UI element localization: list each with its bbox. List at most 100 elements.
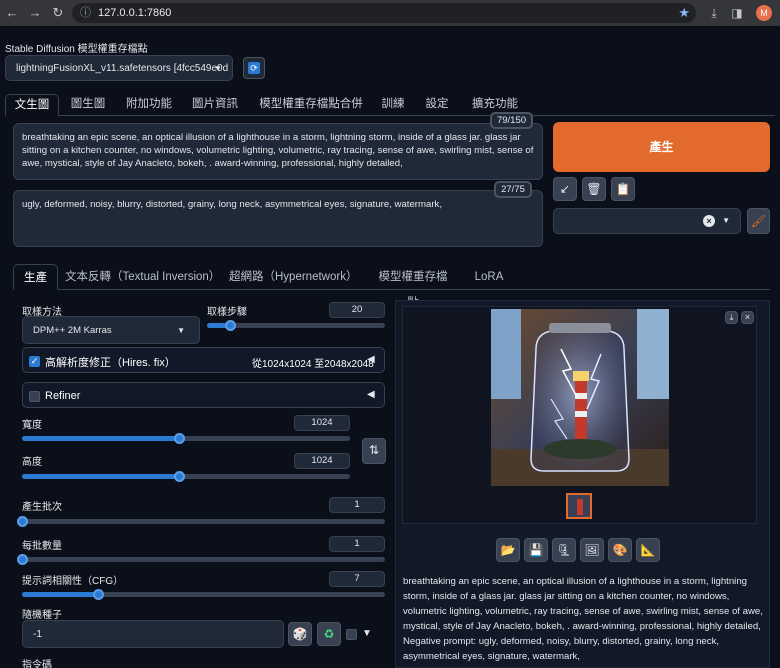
chevron-down-icon: ▼ [214,64,222,73]
generation-info: breathtaking an epic scene, an optical i… [403,574,763,664]
tab-extras[interactable]: 附加功能 [119,94,179,116]
url-text: 127.0.0.1:7860 [98,7,172,19]
tab-train[interactable]: 訓練 [375,94,411,116]
image-thumbnail[interactable] [566,493,592,519]
extra-seed-triangle-icon[interactable]: ▼ [362,628,372,639]
triangle-ruler-icon: 📐 [640,543,656,557]
collapse-triangle-icon[interactable]: ◀ [367,389,375,400]
site-info-icon[interactable]: ⓘ [80,3,91,23]
clear-prompt-button[interactable]: 🗑 [582,177,606,201]
tab-hypernetwork[interactable]: 超網路（Hypernetwork） [229,264,357,290]
main-tab-bar: 文生圖 圖生圖 附加功能 圖片資訊 模型權重存檔點合併 訓練 設定 擴充功能 [5,94,775,116]
collapse-triangle-icon[interactable]: ◀ [367,354,375,365]
width-slider[interactable] [22,433,350,444]
refiner-panel[interactable]: Refiner ◀ [22,382,385,408]
batch-size-label: 每批數量 [22,541,62,552]
zip-button[interactable]: 🗜 [552,538,576,562]
slider-fill [22,592,99,597]
refiner-checkbox[interactable] [29,391,40,402]
hires-fix-panel[interactable]: ✓ 高解析度修正（Hires. fix） 從1024x1024 至2048x20… [22,347,385,373]
tab-settings[interactable]: 設定 [419,94,455,116]
slider-handle[interactable] [93,589,105,600]
styles-select[interactable]: × ▼ [553,208,741,234]
forward-arrow-icon[interactable]: → [27,5,43,21]
batch-count-label: 產生批次 [22,502,62,513]
clear-icon[interactable]: × [703,215,715,227]
tab-txt2img[interactable]: 文生圖 [5,94,59,116]
download-image-button[interactable]: ⤓ [725,311,738,324]
script-label: 指令碼 [22,660,52,668]
hires-fix-info: 從1024x1024 至2048x2048 [252,359,374,370]
swap-dimensions-button[interactable]: ⇅ [362,438,386,464]
send-to-inpaint-button[interactable]: 🎨 [608,538,632,562]
folder-icon: 📂 [500,543,516,557]
swap-arrows-icon: ⇅ [368,443,380,457]
seed-input[interactable]: -1 [22,620,284,648]
slider-handle[interactable] [174,433,186,444]
batch-count-slider[interactable] [17,516,385,527]
batch-size-input[interactable]: 1 [329,536,385,552]
palette-icon: 🎨 [612,543,628,557]
tab-checkpoints[interactable]: 模型權重存檔點 [373,264,453,309]
save-button[interactable]: 💾 [524,538,548,562]
generate-button[interactable]: 產生 [553,122,770,172]
height-slider[interactable] [22,471,350,482]
tab-lora[interactable]: LoRA [471,264,507,290]
batch-count-input[interactable]: 1 [329,497,385,513]
cfg-input[interactable]: 7 [329,571,385,587]
prompt-textarea[interactable]: breathtaking an epic scene, an optical i… [13,123,543,180]
slider-handle[interactable] [225,320,237,331]
chevron-down-icon: ▼ [722,216,730,225]
generation-info-prompt: breathtaking an epic scene, an optical i… [403,576,763,632]
checkpoint-select[interactable]: lightningFusionXL_v11.safetensors [4fcc5… [5,55,233,81]
refresh-checkpoints-button[interactable]: ⟳ [243,57,265,79]
apply-style-button[interactable]: 📋 [611,177,635,201]
slider-handle[interactable] [174,471,186,482]
download-icon[interactable]: ⤓ [706,5,722,21]
zip-icon: 🗜 [556,543,572,557]
width-input[interactable]: 1024 [294,415,350,431]
edit-styles-button[interactable]: 🖌 [747,208,770,234]
checkpoint-label: Stable Diffusion 模型權重存檔點 [5,44,148,55]
cfg-slider[interactable] [22,589,385,600]
arrow-down-left-icon: ↙ [559,182,571,196]
tab-checkpoint-merger[interactable]: 模型權重存檔點合併 [253,94,369,116]
steps-slider[interactable] [207,320,385,331]
refresh-icon: ⟳ [248,62,260,74]
batch-size-slider[interactable] [17,554,385,565]
send-to-extras-button[interactable]: 📐 [636,538,660,562]
extra-seed-checkbox[interactable] [346,629,357,640]
tab-textual-inversion[interactable]: 文本反轉（Textual Inversion） [65,264,220,290]
address-bar[interactable]: ⓘ 127.0.0.1:7860 ★ [72,3,696,23]
slider-handle[interactable] [17,516,28,527]
download-icon: ⤓ [729,313,734,322]
save-icon: 💾 [528,543,544,557]
generated-image[interactable] [491,309,669,486]
send-to-img2img-button[interactable]: 🖼 [580,538,604,562]
trash-icon: 🗑 [586,182,602,196]
image-icon: 🖼 [584,543,600,557]
dice-icon: 🎲 [292,627,308,641]
close-icon: × [744,312,751,322]
steps-input[interactable]: 20 [329,302,385,318]
tab-generation[interactable]: 生產 [13,264,58,290]
read-params-button[interactable]: ↙ [553,177,577,201]
reuse-seed-button[interactable]: ♻ [317,622,341,646]
brush-icon: 🖌 [750,214,767,228]
negative-prompt-textarea[interactable]: ugly, deformed, noisy, blurry, distorted… [13,190,543,247]
checkmark-icon[interactable]: ✓ [29,356,40,367]
profile-avatar[interactable]: M [756,5,772,21]
random-seed-button[interactable]: 🎲 [288,622,312,646]
bookmark-star-icon[interactable]: ★ [678,3,690,23]
tab-img2img[interactable]: 圖生圖 [63,94,113,116]
slider-handle[interactable] [17,554,28,565]
side-panel-icon[interactable]: ◨ [729,5,745,21]
tab-png-info[interactable]: 圖片資訊 [185,94,245,116]
back-arrow-icon[interactable]: ← [4,5,20,21]
height-input[interactable]: 1024 [294,453,350,469]
reload-icon[interactable]: ↻ [50,5,66,21]
close-image-button[interactable]: × [741,311,754,324]
recycle-icon: ♻ [323,627,335,641]
sampler-select[interactable]: DPM++ 2M Karras ▼ [22,316,200,344]
open-folder-button[interactable]: 📂 [496,538,520,562]
